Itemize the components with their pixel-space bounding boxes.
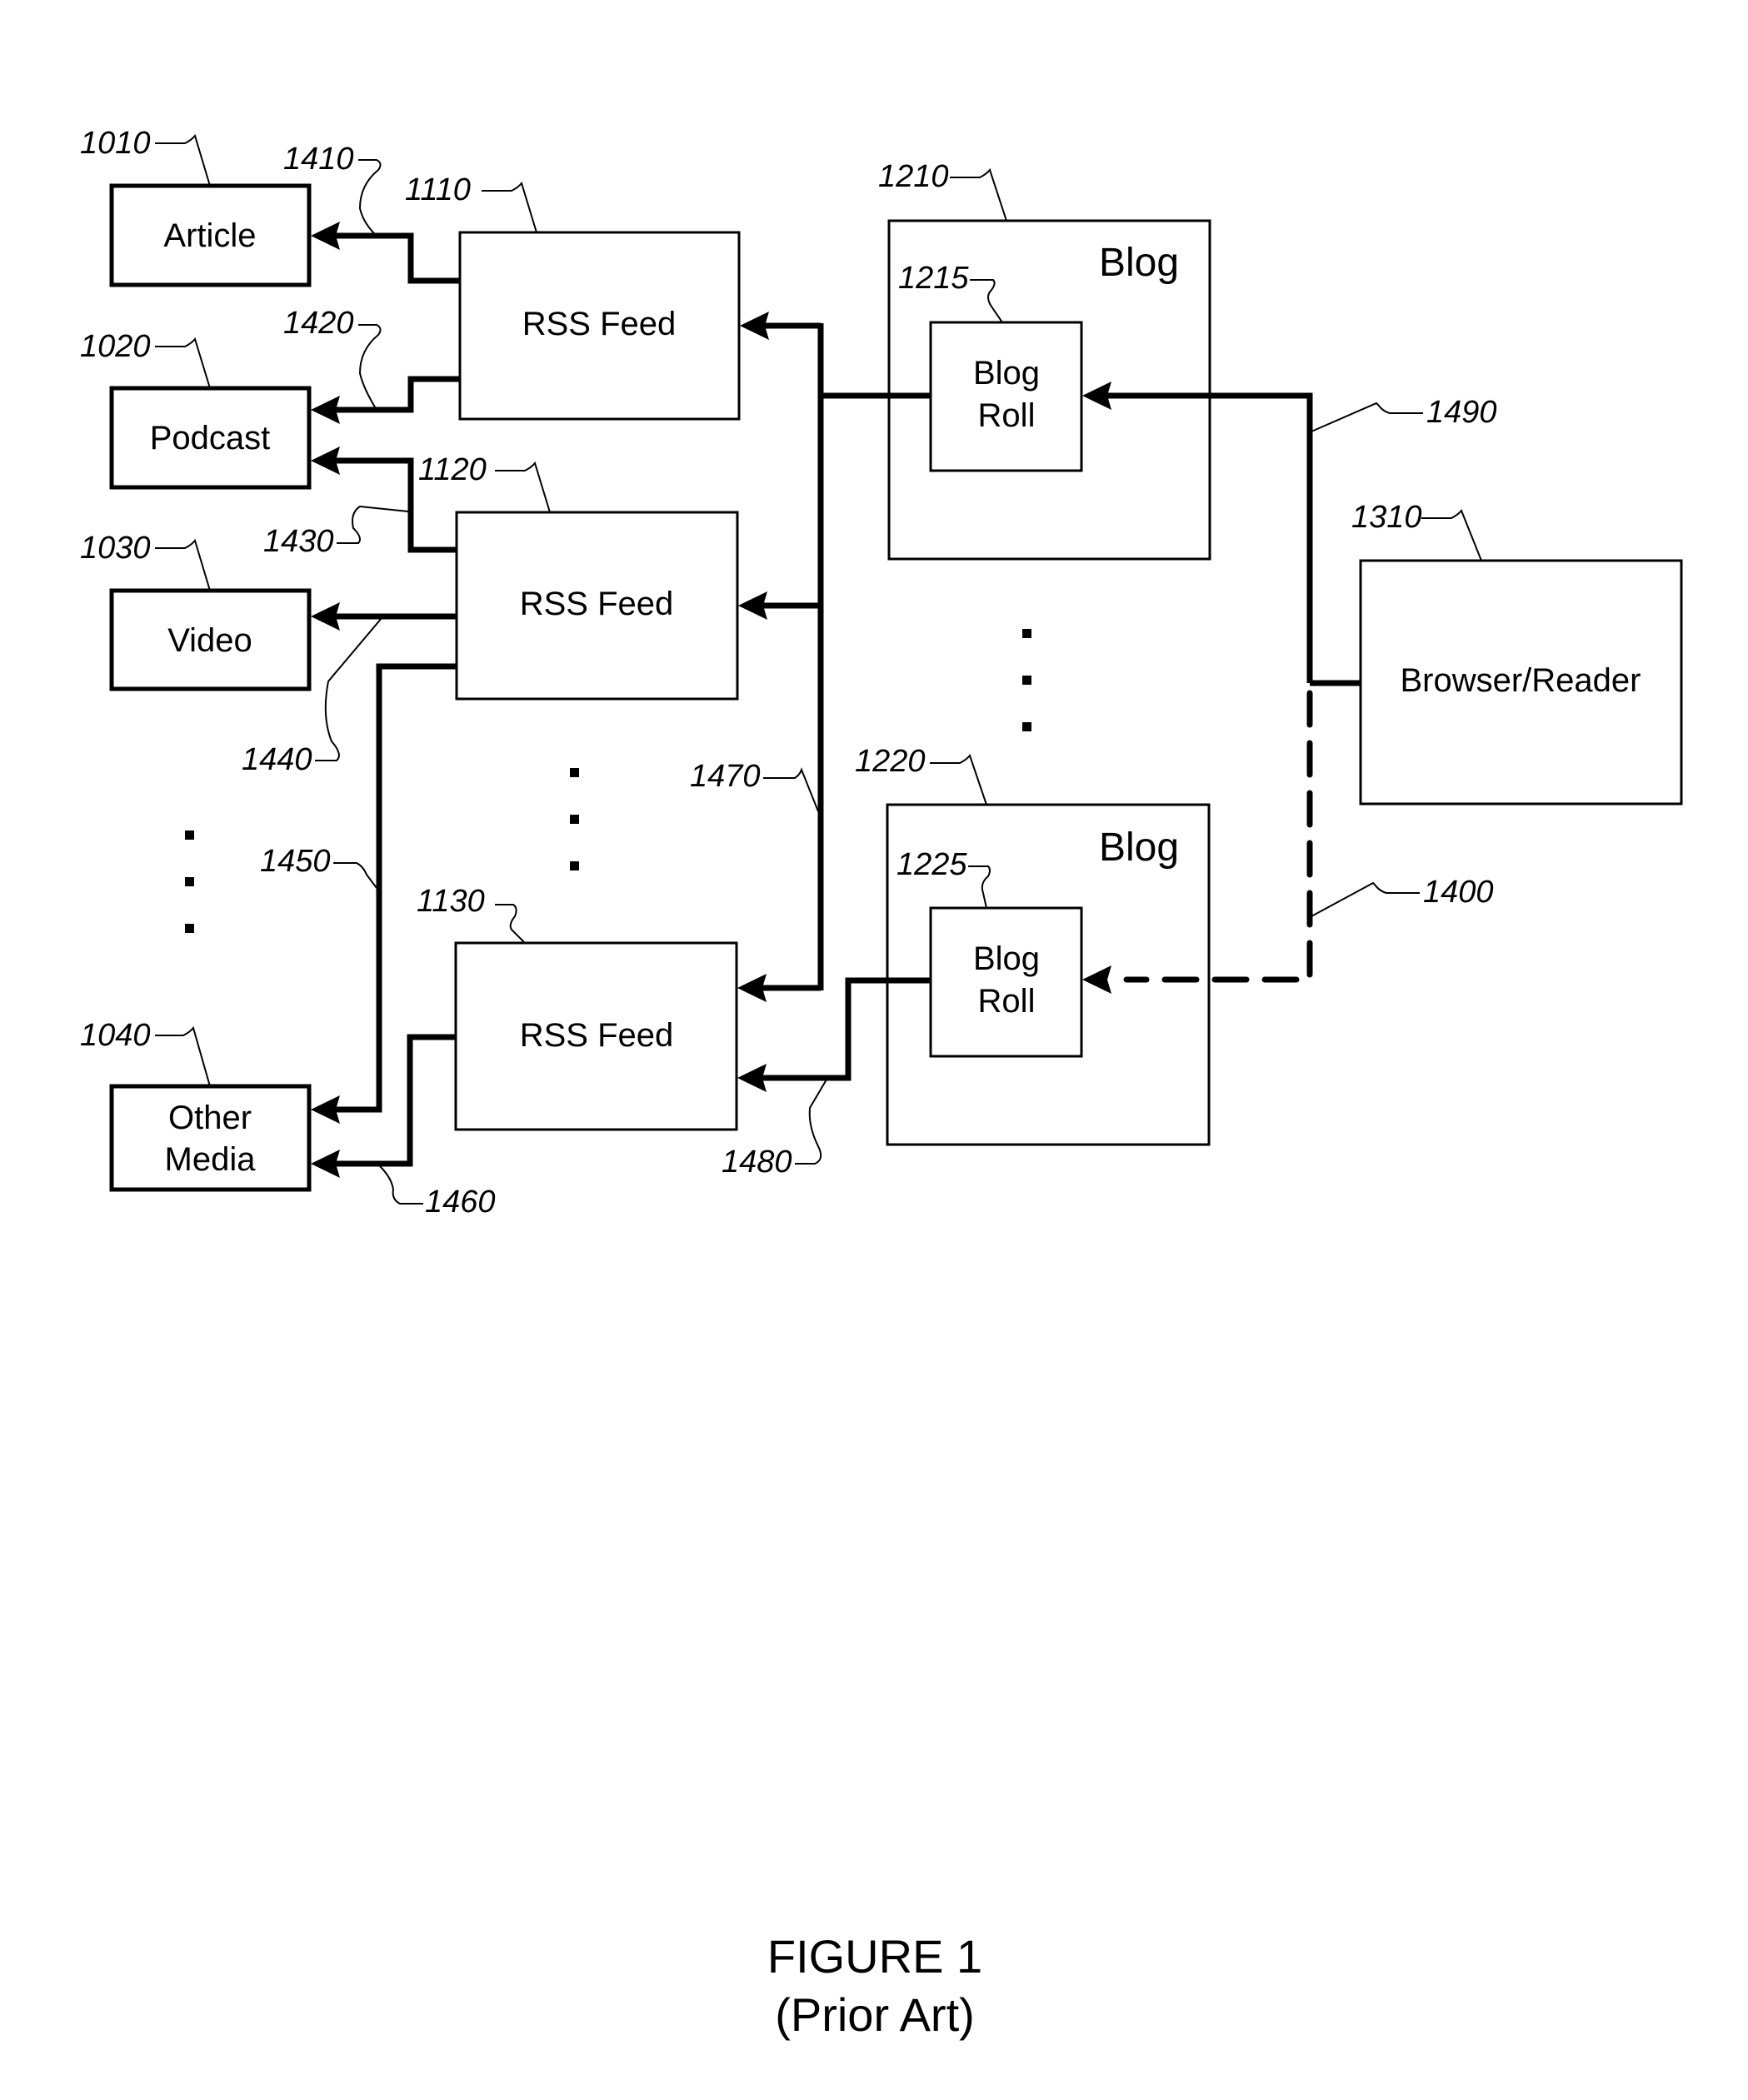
rss-feed-3-label: RSS Feed — [520, 1017, 674, 1054]
blog-2-node: Blog 1220 Blog Roll 1225 — [855, 744, 1211, 1146]
link-1470-ref: 1470 — [690, 759, 761, 794]
podcast-leader — [155, 337, 211, 389]
link-1480-leader — [795, 1079, 827, 1165]
link-1440-arrowhead-icon — [311, 602, 340, 631]
blog-ellipsis — [1022, 629, 1031, 731]
rss-feed-3-ref: 1130 — [417, 884, 485, 919]
blog-1-label: Blog — [1099, 241, 1179, 285]
link-1430-arrowhead-icon — [311, 446, 340, 475]
article-ref: 1010 — [80, 126, 151, 161]
browser-reader-leader — [1421, 509, 1482, 561]
podcast-node: Podcast 1020 — [80, 329, 312, 490]
ellipsis-dot — [1022, 676, 1031, 685]
rss-feed-2-node: RSS Feed 1120 — [418, 452, 739, 701]
link-1400-ref: 1400 — [1423, 875, 1494, 910]
link-1420-wire — [327, 376, 460, 413]
blog-roll-2-ref: 1225 — [896, 847, 967, 882]
blog-roll-1-box — [929, 321, 1083, 472]
link-1440-leader — [315, 617, 382, 761]
link-1480-ref: 1480 — [722, 1145, 792, 1180]
link-1420-leader — [358, 324, 382, 411]
blog-2-leader — [930, 753, 987, 806]
rss-blog-diagram: Article 1010 Podcast 1020 Video 1030 Oth… — [80, 126, 1683, 2041]
link-1490-ref: 1490 — [1426, 395, 1497, 430]
link-1450-arrowhead-icon — [311, 1095, 340, 1124]
rss-feed-1-node: RSS Feed 1110 — [405, 172, 741, 421]
ellipsis-dot — [1022, 722, 1031, 731]
ellipsis-dot — [1022, 629, 1031, 638]
link-1450-leader — [333, 862, 377, 889]
blog-roll-1-ref: 1215 — [898, 261, 969, 296]
browser-reader-label: Browser/Reader — [1400, 662, 1641, 699]
other-media-label-line1: Other — [168, 1100, 252, 1136]
link-1410-wire — [327, 232, 460, 284]
media-ellipsis — [185, 831, 194, 933]
ellipsis-dot — [570, 861, 579, 870]
blog-roll-2-box — [929, 906, 1083, 1058]
link-1410-arrowhead-icon — [311, 222, 340, 250]
link-1460-leader — [379, 1165, 423, 1205]
blog-roll-2-label-line2: Roll — [978, 983, 1036, 1020]
rss-feed-3-node: RSS Feed 1130 — [417, 884, 738, 1131]
link-1450-ref: 1450 — [260, 844, 331, 879]
blog-1-ref: 1210 — [878, 159, 949, 194]
ellipsis-dot — [185, 831, 194, 840]
link-1430-ref: 1430 — [263, 524, 334, 559]
other-media-node: Other Media 1040 — [80, 1018, 312, 1192]
link-1440-ref: 1440 — [242, 742, 312, 777]
video-label: Video — [167, 622, 252, 659]
blog-2-label: Blog — [1099, 826, 1179, 870]
link-1400-leader — [1311, 881, 1420, 917]
other-media-leader — [155, 1025, 211, 1087]
rss-feed-2-ref: 1120 — [418, 452, 487, 487]
other-media-ref: 1040 — [80, 1018, 151, 1053]
blog-1-node: Blog 1210 Blog Roll 1215 — [878, 159, 1211, 561]
feed-ellipsis — [570, 768, 579, 870]
link-1460-arrowhead-icon — [311, 1150, 340, 1178]
link-1420-ref: 1420 — [283, 306, 354, 341]
blog-1-leader — [950, 167, 1007, 222]
link-1470-feed2-arrowhead-icon — [738, 591, 767, 620]
rss-feed-3-leader — [495, 904, 526, 944]
figure-subtitle: (Prior Art) — [775, 1988, 975, 2041]
blog-roll-1-label-line1: Blog — [973, 355, 1040, 392]
video-ref: 1030 — [80, 531, 151, 566]
link-1470-feed1-arrowhead-icon — [740, 312, 769, 340]
rss-feed-1-label: RSS Feed — [522, 306, 677, 342]
link-1410-ref: 1410 — [283, 142, 354, 177]
podcast-ref: 1020 — [80, 329, 151, 364]
podcast-label: Podcast — [150, 420, 271, 456]
link-1410-leader — [358, 159, 382, 237]
article-leader — [155, 133, 211, 187]
link-1490-leader — [1311, 402, 1423, 432]
rss-feed-2-label: RSS Feed — [520, 586, 674, 622]
rss-feed-1-ref: 1110 — [405, 172, 471, 207]
video-leader — [155, 538, 211, 591]
article-node: Article 1010 — [80, 126, 312, 287]
link-1480-arrowhead-icon — [737, 1064, 767, 1092]
rss-feed-2-leader — [495, 461, 551, 513]
rss-feed-1-leader — [482, 181, 537, 233]
link-1470-leader — [763, 767, 819, 812]
article-label: Article — [163, 217, 256, 254]
link-1420-arrowhead-icon — [311, 396, 340, 424]
blog-roll-1-label-line2: Roll — [978, 397, 1036, 434]
browser-reader-ref: 1310 — [1351, 500, 1422, 535]
figure-title: FIGURE 1 — [767, 1930, 982, 1983]
link-1470-feed3-arrowhead-icon — [737, 974, 767, 1002]
blog-roll-2-label-line1: Blog — [973, 940, 1040, 977]
link-1430-leader — [337, 505, 409, 544]
ellipsis-dot — [570, 768, 579, 777]
ellipsis-dot — [185, 924, 194, 933]
ellipsis-dot — [185, 877, 194, 886]
link-1460-ref: 1460 — [425, 1185, 496, 1220]
link-1460-wire — [327, 1034, 456, 1167]
ellipsis-dot — [570, 815, 579, 824]
browser-reader-node: Browser/Reader 1310 — [1351, 500, 1683, 806]
blog-2-ref: 1220 — [855, 744, 926, 779]
other-media-label-line2: Media — [165, 1141, 257, 1178]
